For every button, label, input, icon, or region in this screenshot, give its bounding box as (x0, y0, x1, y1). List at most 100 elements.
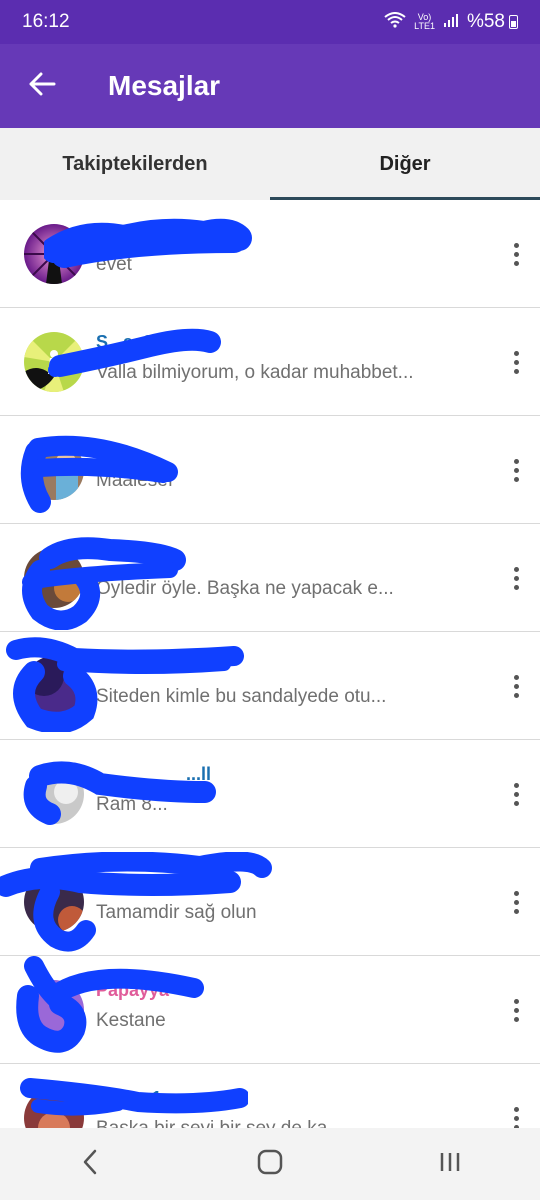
more-options-button[interactable] (504, 668, 528, 704)
conversation-text: S...as38 Valla bilmiyorum, o kadar muhab… (96, 332, 426, 384)
conversation-list: evet S...as38 Valla bilmiyorum, o kadar … (0, 200, 540, 1128)
dot (513, 1106, 519, 1112)
conversation-name: kopy...1 (96, 1088, 162, 1108)
dot (513, 1007, 519, 1013)
more-options-button[interactable] (504, 992, 528, 1028)
dot (513, 368, 519, 374)
system-nav-bar (0, 1128, 540, 1200)
more-options-button[interactable] (504, 560, 528, 596)
dot (513, 467, 519, 473)
tab-diger[interactable]: Diğer (270, 128, 540, 200)
dot (513, 890, 519, 896)
nav-back-button[interactable] (60, 1134, 120, 1194)
conversation-preview: Öyledir öyle. Başka ne yapacak e... (96, 578, 394, 599)
conversation-preview: Tamamdir sağ olun (96, 902, 257, 923)
conversation-row[interactable]: evet (0, 200, 540, 308)
nav-home-button[interactable] (240, 1134, 300, 1194)
more-options-button[interactable] (504, 452, 528, 488)
conversation-text: kopy...1 Başka bir seyi bir şey de ka... (96, 1088, 426, 1128)
conversation-name (96, 548, 426, 572)
conversation-name: Papayya (96, 980, 170, 1000)
conversation-name: ...ll (186, 764, 212, 784)
more-options-button[interactable] (504, 344, 528, 380)
dot (513, 899, 519, 905)
avatar (24, 980, 84, 1040)
conversation-text: evet (96, 224, 426, 276)
dot (513, 350, 519, 356)
avatar (24, 224, 84, 284)
dot (513, 584, 519, 590)
dot (513, 242, 519, 248)
conversation-row[interactable]: ... Siteden kimle bu sandalyede otu... (0, 632, 540, 740)
conversation-row[interactable]: Öyledir öyle. Başka ne yapacak e... (0, 524, 540, 632)
dot (513, 800, 519, 806)
status-icons: Vo) LTE1 %58 (384, 11, 518, 33)
nav-recents-button[interactable] (420, 1134, 480, 1194)
conversation-row[interactable]: POLAT...1 Tamamdir sağ olun (0, 848, 540, 956)
more-options-button[interactable] (504, 236, 528, 272)
conversation-name: S...as38 (96, 332, 164, 352)
wifi-icon (384, 11, 406, 33)
conversation-preview: Siteden kimle bu sandalyede otu... (96, 686, 387, 707)
more-options-button[interactable] (504, 776, 528, 812)
avatar (24, 656, 84, 716)
nav-back-icon (80, 1149, 100, 1180)
conversation-name (96, 224, 426, 248)
conversation-text: POLAT...1 Tamamdir sağ olun (96, 872, 426, 924)
conversation-text: ... Siteden kimle bu sandalyede otu... (96, 656, 426, 708)
status-bar: 16:12 Vo) LTE1 %58 (0, 0, 540, 44)
conversation-row[interactable]: S...as38 Valla bilmiyorum, o kadar muhab… (0, 308, 540, 416)
avatar (24, 548, 84, 608)
conversation-text: Papayya Kestane (96, 980, 426, 1032)
dot (513, 998, 519, 1004)
dot (513, 1016, 519, 1022)
battery-indicator: %58 (467, 11, 518, 33)
conversation-text: Maalesef (96, 440, 426, 492)
conversation-preview: Maalesef (96, 470, 174, 491)
dot (513, 458, 519, 464)
tab-bar: Takiptekilerden Diğer (0, 128, 540, 200)
dot (513, 908, 519, 914)
conversation-text: ...ll Ram 8... (96, 764, 426, 816)
dot (513, 575, 519, 581)
status-time: 16:12 (22, 11, 70, 32)
conversation-row[interactable]: Papayya Kestane (0, 956, 540, 1064)
avatar (24, 332, 84, 392)
avatar (24, 764, 84, 824)
dot (513, 791, 519, 797)
dot (513, 692, 519, 698)
signal-icon (443, 12, 459, 33)
conversation-name: ... (96, 656, 112, 676)
more-options-button[interactable] (504, 1100, 528, 1128)
avatar (24, 1088, 84, 1128)
page-title: Mesajlar (108, 70, 221, 101)
conversation-preview: evet (96, 254, 132, 275)
conversation-name (96, 440, 426, 464)
dot (513, 782, 519, 788)
avatar (24, 872, 84, 932)
dot (513, 359, 519, 365)
conversation-preview: Valla bilmiyorum, o kadar muhabbet... (96, 362, 414, 383)
dot (513, 683, 519, 689)
conversation-row[interactable]: ...ll Ram 8... (0, 740, 540, 848)
tab-label: Diğer (379, 152, 431, 175)
conversation-name: POLAT...1 (96, 872, 179, 892)
dot (513, 566, 519, 572)
battery-icon (509, 15, 518, 29)
more-options-button[interactable] (504, 884, 528, 920)
conversation-preview: Başka bir seyi bir şey de ka... (96, 1118, 426, 1128)
dot (513, 251, 519, 257)
tab-label: Takiptekilerden (62, 152, 208, 175)
avatar (24, 440, 84, 500)
dot (513, 1115, 519, 1121)
tab-takiptekilerden[interactable]: Takiptekilerden (0, 128, 270, 200)
dot (513, 674, 519, 680)
nav-recents-icon (438, 1150, 462, 1179)
conversation-row[interactable]: kopy...1 Başka bir seyi bir şey de ka... (0, 1064, 540, 1128)
back-button[interactable] (0, 44, 84, 128)
conversation-preview: Ram 8... (96, 794, 168, 815)
nav-home-icon (257, 1149, 283, 1180)
conversation-row[interactable]: Maalesef (0, 416, 540, 524)
conversation-text: Öyledir öyle. Başka ne yapacak e... (96, 548, 426, 600)
dot (513, 476, 519, 482)
